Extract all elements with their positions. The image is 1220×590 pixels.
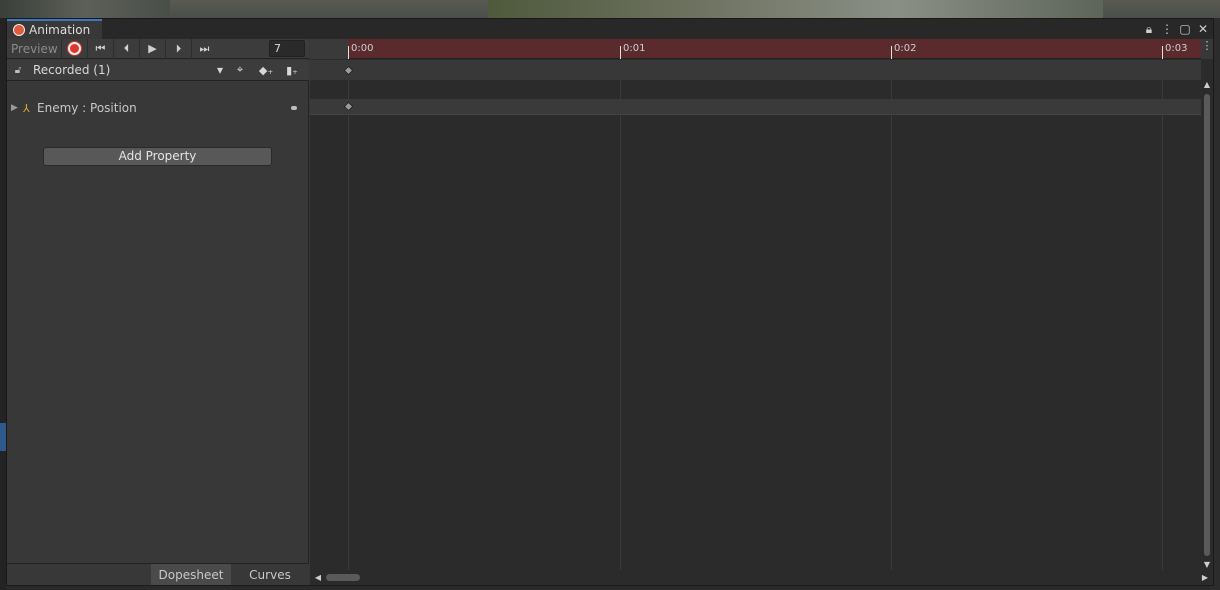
property-label: Enemy : Position bbox=[37, 101, 137, 115]
play-button[interactable]: ▶ bbox=[139, 38, 165, 59]
filter-by-selection-button[interactable]: ⌖ bbox=[227, 60, 253, 80]
close-icon[interactable]: ✕ bbox=[1197, 21, 1209, 37]
title-bar: Animation 🔒︎ ⋮ ▢ ✕ bbox=[7, 19, 1213, 39]
grid-line bbox=[1162, 80, 1163, 570]
property-keyframe-row bbox=[310, 99, 1201, 115]
tick-label: 0:00 bbox=[351, 43, 374, 54]
animation-icon bbox=[13, 24, 25, 36]
tick-mark bbox=[1162, 46, 1163, 59]
view-mode-tabs: Dopesheet Curves bbox=[7, 563, 309, 585]
vertical-scrollbar[interactable]: ▲ ▼ bbox=[1201, 80, 1213, 570]
tick-label: 0:02 bbox=[894, 43, 917, 54]
clip-dropdown[interactable]: Recorded (1) ▾ bbox=[29, 60, 227, 80]
property-options-icon[interactable] bbox=[291, 106, 297, 110]
tab-dopesheet[interactable]: Dopesheet bbox=[151, 564, 231, 585]
playback-toolbar: Preview ⏮ ⏴ ▶ ⏵ ⏭ 7 bbox=[7, 38, 309, 59]
grid-line bbox=[348, 80, 349, 570]
scroll-down-icon[interactable]: ▼ bbox=[1201, 560, 1213, 570]
transform-icon: ⅄ bbox=[23, 101, 30, 115]
next-key-button[interactable]: ⏵ bbox=[165, 38, 191, 59]
left-panel: Preview ⏮ ⏴ ▶ ⏵ ⏭ 7 🔓︎ Recorded (1) ▾ ⌖ … bbox=[7, 38, 309, 585]
add-event-button[interactable]: ▮₊ bbox=[279, 60, 305, 80]
window-controls: 🔒︎ ⋮ ▢ ✕ bbox=[1143, 21, 1209, 37]
dopesheet-timeline[interactable]: 0:00 0:01 0:02 0:03 ⋮ ▲ ▼ ◀ ▶ bbox=[310, 39, 1213, 585]
add-event-icon: ▮₊ bbox=[286, 63, 298, 77]
summary-keyframe[interactable] bbox=[343, 65, 354, 76]
scene-rock-right bbox=[488, 0, 1103, 18]
tab-title: Animation bbox=[29, 23, 91, 37]
clip-row: 🔓︎ Recorded (1) ▾ ⌖ ◆₊ ▮₊ bbox=[7, 60, 309, 81]
preview-toggle[interactable]: Preview bbox=[7, 42, 61, 56]
lock-icon[interactable]: 🔒︎ bbox=[1143, 21, 1155, 37]
filter-by-selection-icon: ⌖ bbox=[236, 63, 244, 76]
property-keyframe[interactable] bbox=[343, 101, 354, 112]
tick-mark bbox=[348, 46, 349, 59]
tab-animation[interactable]: Animation bbox=[7, 19, 102, 39]
property-list: ▶ ⅄ Enemy : Position Add Property bbox=[7, 81, 309, 543]
menu-icon[interactable]: ⋮ bbox=[1161, 21, 1173, 37]
scroll-left-icon[interactable]: ◀ bbox=[312, 570, 324, 585]
record-button[interactable] bbox=[61, 38, 87, 59]
scene-rock-left bbox=[0, 0, 170, 18]
horizontal-scroll-thumb[interactable] bbox=[326, 574, 360, 581]
maximize-icon[interactable]: ▢ bbox=[1179, 21, 1191, 37]
timeline-spacer bbox=[310, 80, 1201, 99]
next-key-icon: ⏵ bbox=[175, 41, 182, 55]
summary-keyframe-row bbox=[310, 60, 1201, 80]
clip-name: Recorded (1) bbox=[33, 63, 111, 77]
play-icon: ▶ bbox=[148, 42, 157, 55]
property-row[interactable]: ▶ ⅄ Enemy : Position bbox=[7, 99, 309, 117]
tab-curves[interactable]: Curves bbox=[231, 564, 309, 585]
ruler-pre-range bbox=[310, 39, 348, 59]
grid-line bbox=[620, 80, 621, 570]
frame-input[interactable]: 7 bbox=[269, 40, 305, 57]
timeline-menu-icon[interactable]: ⋮ bbox=[1201, 39, 1213, 59]
record-icon bbox=[68, 42, 81, 55]
first-key-icon: ⏮ bbox=[95, 41, 106, 55]
animation-window: Animation 🔒︎ ⋮ ▢ ✕ Preview ⏮ ⏴ ▶ ⏵ ⏭ 7 🔓… bbox=[6, 18, 1214, 586]
expand-arrow-icon[interactable]: ▶ bbox=[11, 103, 23, 113]
tick-mark bbox=[620, 46, 621, 59]
tick-label: 0:03 bbox=[1165, 43, 1188, 54]
clip-tools: ⌖ ◆₊ ▮₊ bbox=[227, 60, 305, 80]
prev-key-icon: ⏴ bbox=[123, 41, 130, 55]
scroll-right-icon[interactable]: ▶ bbox=[1199, 570, 1211, 585]
vertical-scroll-thumb[interactable] bbox=[1204, 94, 1210, 556]
prev-key-button[interactable]: ⏴ bbox=[113, 38, 139, 59]
tick-mark bbox=[891, 46, 892, 59]
horizontal-scrollbar[interactable]: ◀ ▶ bbox=[310, 570, 1213, 585]
last-key-icon: ⏭ bbox=[199, 41, 210, 55]
last-key-button[interactable]: ⏭ bbox=[191, 38, 217, 59]
time-ruler[interactable]: 0:00 0:01 0:02 0:03 bbox=[310, 39, 1201, 59]
add-keyframe-icon: ◆₊ bbox=[258, 63, 274, 77]
chevron-down-icon: ▾ bbox=[216, 63, 223, 77]
grid-line bbox=[891, 80, 892, 570]
scroll-up-icon[interactable]: ▲ bbox=[1201, 80, 1213, 90]
lock-icon: 🔓︎ bbox=[14, 64, 22, 76]
tick-label: 0:01 bbox=[623, 43, 646, 54]
clip-lock-button[interactable]: 🔓︎ bbox=[7, 60, 29, 80]
first-key-button[interactable]: ⏮ bbox=[87, 38, 113, 59]
add-property-button[interactable]: Add Property bbox=[43, 147, 272, 166]
add-keyframe-button[interactable]: ◆₊ bbox=[253, 60, 279, 80]
